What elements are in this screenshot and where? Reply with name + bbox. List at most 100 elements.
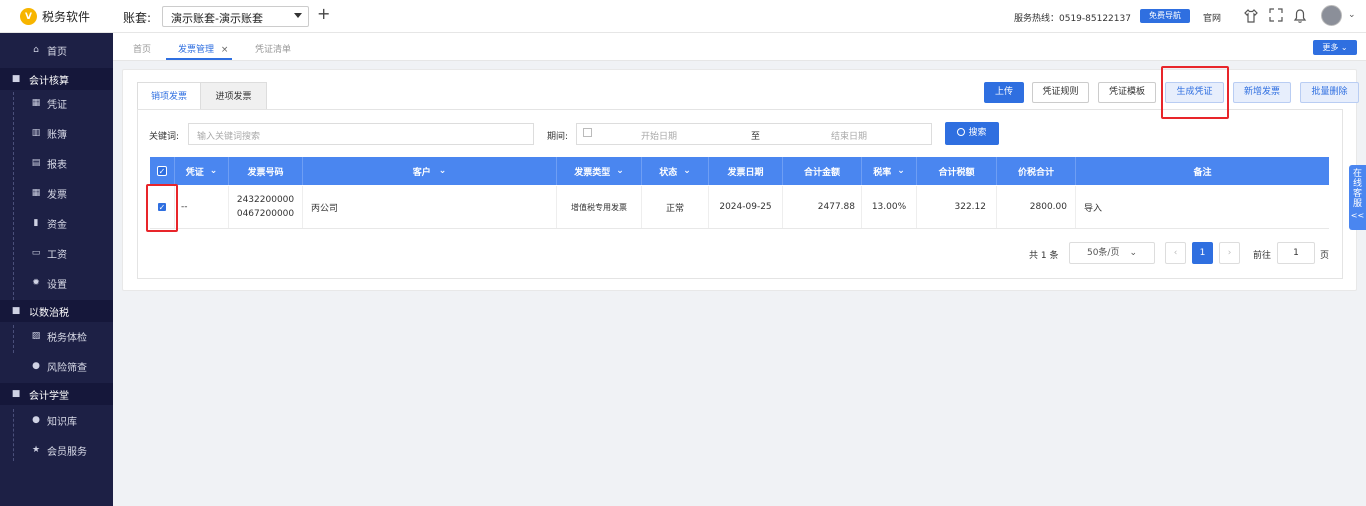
account-select[interactable]: 演示账套-演示账套: [162, 6, 309, 27]
header-invoice-type[interactable]: 发票类型 ⌄: [557, 157, 642, 185]
chevron-down-icon: [294, 13, 302, 18]
sidebar-item-10[interactable]: ▨ 税务体检: [0, 325, 113, 347]
header-customer[interactable]: 客户 ⌄: [303, 157, 557, 185]
add-account-icon[interactable]: +: [317, 4, 330, 23]
voucher-rules-button[interactable]: 凭证规则: [1032, 82, 1089, 103]
sidebar-tree-line: [13, 92, 14, 300]
chevron-down-icon: ⌄: [438, 166, 447, 176]
official-site-link[interactable]: 官网: [1203, 11, 1221, 24]
page-1-button[interactable]: 1: [1192, 242, 1213, 264]
range-separator: 至: [751, 132, 761, 142]
header-total-amount: 合计金额: [783, 157, 862, 185]
free-nav-button[interactable]: 免费导航: [1140, 9, 1190, 23]
collapse-arrows-icon: <<: [1350, 211, 1365, 220]
voucher-template-button[interactable]: 凭证模板: [1098, 82, 1156, 103]
salary-icon: ▭: [31, 248, 41, 258]
cell-voucher: --: [175, 186, 229, 228]
keyword-input[interactable]: 输入关键词搜索: [188, 123, 534, 145]
shirt-icon[interactable]: [1243, 8, 1259, 24]
app-logo[interactable]: V 税务软件: [20, 8, 90, 25]
sidebar-section-12[interactable]: ■ 会计学堂: [0, 383, 113, 405]
sidebar-item-label: 税务体检: [47, 332, 87, 344]
sidebar-item-4[interactable]: ▤ 报表: [0, 152, 113, 174]
header-select-all[interactable]: ✓: [150, 157, 175, 185]
sidebar-section-1[interactable]: ■ 会计核算: [0, 68, 113, 90]
cell-remark: 导入: [1084, 203, 1103, 214]
sidebar-item-2[interactable]: ▦ 凭证: [0, 92, 113, 114]
close-icon[interactable]: ×: [221, 45, 229, 55]
cell-invoice-date: 2024-09-25: [709, 186, 783, 228]
sidebar-item-label: 资金: [47, 219, 67, 231]
tab-voucher-list[interactable]: 凭证清单: [255, 42, 291, 55]
report-icon: ▤: [31, 158, 41, 168]
search-button[interactable]: 搜索: [945, 122, 999, 145]
prev-page-button[interactable]: ‹: [1165, 242, 1186, 264]
grid-icon: ■: [11, 306, 21, 316]
invoice-number-line1: 2432200000: [236, 195, 295, 205]
grid-icon: ■: [11, 389, 21, 399]
cell-customer: 丙公司: [303, 186, 557, 228]
sidebar-item-label: 风险筛查: [47, 362, 87, 374]
sidebar-item-11[interactable]: ● 风险筛查: [0, 355, 113, 377]
tab-invoice-management[interactable]: 发票管理 ×: [178, 42, 228, 55]
sidebar-item-0[interactable]: ⌂ 首页: [0, 39, 113, 61]
sidebar-item-label: 账簿: [47, 129, 67, 141]
period-range[interactable]: 开始日期 至 结束日期: [576, 123, 932, 145]
sidebar-item-8[interactable]: ✹ 设置: [0, 272, 113, 294]
cell-price-tax-total: 2800.00: [997, 186, 1076, 228]
bell-icon[interactable]: [1292, 8, 1308, 24]
sidebar-item-7[interactable]: ▭ 工资: [0, 242, 113, 264]
account-label: 账套:: [123, 11, 152, 25]
header-total-tax: 合计税额: [917, 157, 997, 185]
upload-button[interactable]: 上传: [984, 82, 1024, 103]
ledger-icon: ▥: [31, 128, 41, 138]
invoice-icon: ▦: [31, 188, 41, 198]
period-label: 期间:: [547, 132, 569, 142]
sidebar-item-label: 以数治税: [29, 307, 69, 319]
chevron-down-icon: ⌄: [616, 166, 624, 176]
sidebar-item-label: 会计核算: [29, 75, 69, 87]
search-icon: [957, 128, 966, 136]
batch-delete-button[interactable]: 批量删除: [1300, 82, 1359, 103]
sidebar-item-5[interactable]: ▦ 发票: [0, 182, 113, 204]
goto-page-input[interactable]: 1: [1277, 242, 1315, 264]
top-bar: V 税务软件 账套: 演示账套-演示账套 + 服务热线：0519-8512213…: [0, 0, 1366, 33]
sidebar-item-13[interactable]: ● 知识库: [0, 409, 113, 431]
chevron-down-icon[interactable]: ⌄: [1348, 10, 1356, 20]
sidebar-tree-line: [13, 325, 14, 353]
sidebar-item-14[interactable]: ★ 会员服务: [0, 439, 113, 461]
next-page-button[interactable]: ›: [1219, 242, 1240, 264]
start-date-input[interactable]: 开始日期: [641, 129, 677, 142]
more-button[interactable]: 更多 ⌄: [1313, 40, 1357, 55]
page-size-select[interactable]: 50条/页 ⌄: [1069, 242, 1155, 264]
sidebar-section-9[interactable]: ■ 以数治税: [0, 300, 113, 322]
tab-sales-invoice[interactable]: 销项发票: [137, 82, 201, 110]
sidebar-item-label: 工资: [47, 249, 67, 261]
header-tax-rate[interactable]: 税率 ⌄: [862, 157, 917, 185]
chevron-down-icon: ⌄: [897, 166, 905, 176]
home-icon: ⌂: [33, 45, 39, 55]
sidebar-item-label: 首页: [47, 46, 67, 58]
online-service-tab[interactable]: 在线客服 <<: [1349, 165, 1366, 230]
header-voucher[interactable]: 凭证 ⌄: [175, 157, 229, 185]
tab-purchase-invoice[interactable]: 进项发票: [201, 82, 267, 110]
table-row[interactable]: ✓ -- 2432200000 0467200000 丙公司 增值税专用发票 正…: [150, 186, 1329, 229]
goto-unit: 页: [1320, 251, 1330, 261]
tab-home[interactable]: 首页: [133, 42, 151, 55]
tab-invoice-management-label: 发票管理: [178, 45, 215, 55]
sidebar-item-6[interactable]: ▮ 资金: [0, 212, 113, 234]
fullscreen-icon[interactable]: [1268, 8, 1284, 24]
highlight-box: [146, 184, 178, 232]
logo-icon: V: [20, 8, 37, 25]
cell-total-amount: 2477.88: [783, 186, 862, 228]
sidebar-item-3[interactable]: ▥ 账簿: [0, 122, 113, 144]
header-status[interactable]: 状态 ⌄: [642, 157, 709, 185]
header-remark: 备注: [1193, 167, 1212, 178]
page-size-value: 50条/页: [1086, 248, 1120, 258]
service-hotline: 服务热线：0519-85122137: [1014, 14, 1131, 24]
pagination-total: 共 1 条: [1029, 251, 1059, 261]
sidebar-item-label: 知识库: [47, 416, 77, 428]
end-date-input[interactable]: 结束日期: [831, 129, 867, 142]
avatar[interactable]: [1321, 5, 1342, 26]
add-invoice-button[interactable]: 新增发票: [1233, 82, 1291, 103]
